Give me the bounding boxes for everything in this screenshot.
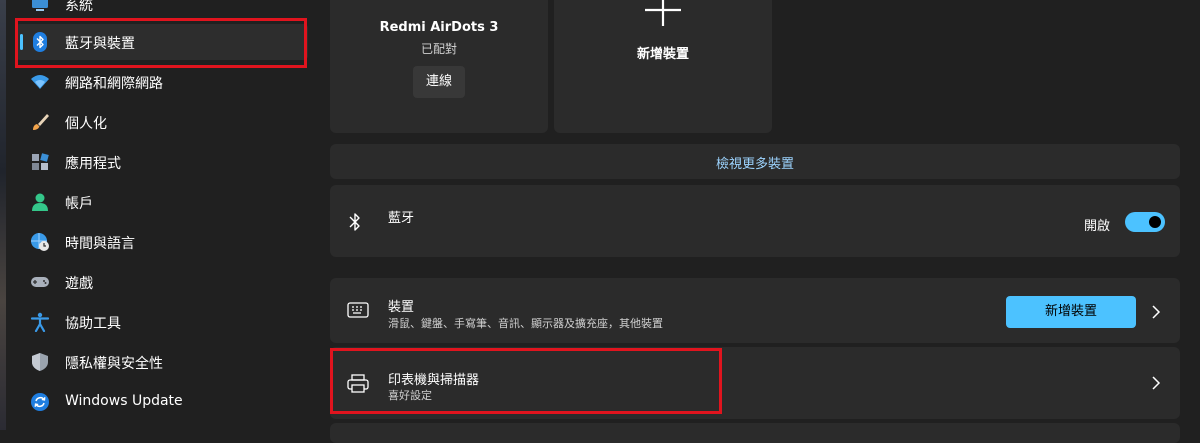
view-more-label: 檢視更多裝置: [715, 157, 794, 172]
sidebar-item-label: 應用程式: [65, 156, 121, 172]
sidebar-item-label: 系統: [65, 0, 93, 14]
keyboard-icon: [347, 302, 369, 318]
sidebar-item-label: 協助工具: [65, 316, 121, 332]
add-device-button[interactable]: 新增裝置: [1006, 296, 1136, 328]
system-icon: [32, 0, 48, 11]
sidebar-item-label: 網路和網際網路: [65, 76, 163, 92]
devices-subtitle: 滑鼠、鍵盤、手寫筆、音訊、顯示器及擴充座，其他裝置: [388, 317, 663, 330]
next-row: [330, 423, 1180, 443]
device-name: Redmi AirDots 3: [379, 20, 499, 35]
plus-icon: [645, 0, 681, 26]
highlight-box-printers: [330, 348, 722, 414]
toggle-knob: [1149, 216, 1161, 228]
device-card[interactable]: Redmi AirDots 3 已配對 連線: [330, 0, 548, 133]
sidebar-item-network[interactable]: 網路和網際網路: [16, 64, 308, 100]
bluetooth-toggle[interactable]: [1125, 212, 1165, 232]
sidebar-item-accounts[interactable]: 帳戶: [16, 184, 308, 220]
sidebar-item-privacy[interactable]: 隱私權與安全性: [16, 344, 308, 380]
device-status: 已配對: [420, 42, 457, 56]
devices-title: 裝置: [388, 300, 415, 315]
sidebar-item-label: 時間與語言: [65, 236, 135, 252]
brush-icon: [33, 114, 49, 130]
sidebar-item-gaming[interactable]: 遊戲: [16, 264, 308, 300]
sidebar-item-windows-update[interactable]: Windows Update: [16, 384, 308, 420]
bluetooth-icon: [349, 213, 360, 231]
view-more-devices-link[interactable]: 檢視更多裝置: [330, 144, 1180, 179]
add-device-label: 新增裝置: [636, 47, 689, 62]
sidebar-item-label: Windows Update: [65, 393, 183, 409]
connect-button[interactable]: 連線: [413, 66, 465, 98]
sidebar-item-label: 帳戶: [65, 196, 93, 212]
sidebar-item-label: 個人化: [65, 116, 107, 132]
sidebar-item-accessibility[interactable]: 協助工具: [16, 304, 308, 340]
sidebar-item-label: 隱私權與安全性: [65, 356, 163, 372]
gamepad-icon: [31, 277, 49, 287]
devices-row[interactable]: 裝置 滑鼠、鍵盤、手寫筆、音訊、顯示器及擴充座，其他裝置 新增裝置: [330, 278, 1180, 343]
chevron-right-icon: [1152, 305, 1161, 319]
sidebar-item-label: 遊戲: [65, 276, 93, 292]
globe-clock-icon: [31, 233, 49, 251]
add-device-card[interactable]: 新增裝置: [554, 0, 772, 133]
highlight-box-bluetooth: [15, 18, 307, 68]
apps-icon: [32, 153, 49, 170]
wifi-icon: [31, 75, 49, 89]
account-icon: [32, 193, 48, 211]
bluetooth-toggle-label: 開啟: [1084, 219, 1111, 234]
sidebar-item-apps[interactable]: 應用程式: [16, 144, 308, 180]
update-icon: [31, 393, 49, 411]
shield-icon: [32, 353, 48, 371]
chevron-right-icon: [1152, 376, 1161, 390]
sidebar-item-personalization[interactable]: 個人化: [16, 104, 308, 140]
accessibility-icon: [30, 312, 50, 332]
bluetooth-row: 藍牙 開啟: [330, 185, 1180, 257]
sidebar-item-time-language[interactable]: 時間與語言: [16, 224, 308, 260]
bluetooth-title: 藍牙: [388, 211, 415, 226]
